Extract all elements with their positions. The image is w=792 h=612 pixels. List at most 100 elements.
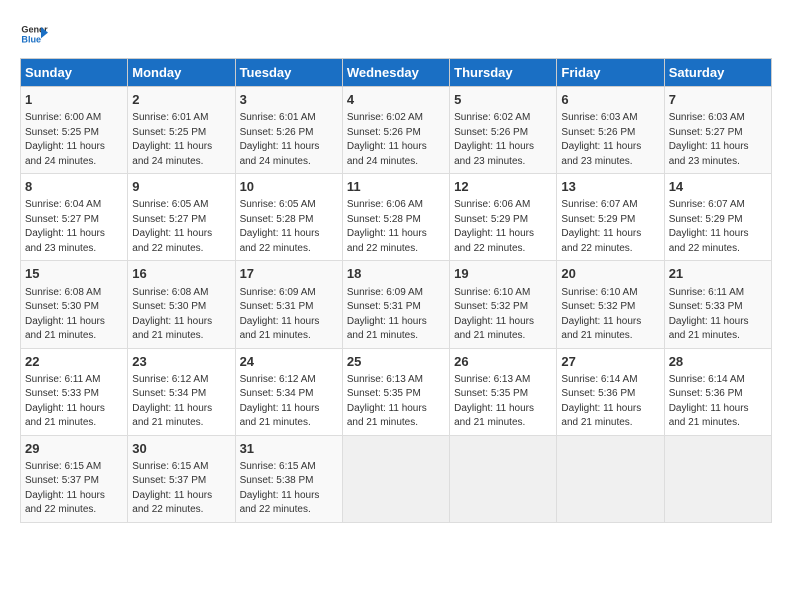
calendar-cell: 6Sunrise: 6:03 AM Sunset: 5:26 PM Daylig… bbox=[557, 87, 664, 174]
calendar-cell bbox=[557, 435, 664, 522]
day-number: 22 bbox=[25, 353, 123, 371]
day-number: 19 bbox=[454, 265, 552, 283]
logo-icon: General Blue bbox=[20, 20, 48, 48]
calendar-cell: 12Sunrise: 6:06 AM Sunset: 5:29 PM Dayli… bbox=[450, 174, 557, 261]
calendar-cell: 26 Sunrise: 6:13 AM Sunset: 5:35 PM Dayli… bbox=[450, 348, 557, 435]
day-number: 24 bbox=[240, 353, 338, 371]
day-content: Sunrise: 6:09 AM Sunset: 5:31 PM Dayligh… bbox=[347, 286, 445, 344]
day-content: Sunrise: 6:06 AM Sunset: 5:28 PM Dayligh… bbox=[347, 198, 445, 256]
day-number: 20 bbox=[561, 265, 659, 283]
day-number: 26 bbox=[454, 353, 552, 371]
calendar-cell: 1 Sunrise: 6:00 AM Sunset: 5:25 PM Daylig… bbox=[21, 87, 128, 174]
day-number: 21 bbox=[669, 265, 767, 283]
calendar-cell: 8Sunrise: 6:04 AM Sunset: 5:27 PM Daylig… bbox=[21, 174, 128, 261]
day-number: 17 bbox=[240, 265, 338, 283]
calendar-cell bbox=[342, 435, 449, 522]
calendar-header-tuesday: Tuesday bbox=[235, 59, 342, 87]
calendar-cell: 3 Sunrise: 6:01 AM Sunset: 5:26 PM Daylig… bbox=[235, 87, 342, 174]
calendar-cell: 11 Sunrise: 6:06 AM Sunset: 5:28 PM Dayli… bbox=[342, 174, 449, 261]
day-number: 9 bbox=[132, 178, 230, 196]
day-content: Sunrise: 6:03 AM Sunset: 5:27 PM Dayligh… bbox=[669, 111, 767, 169]
calendar-cell: 9 Sunrise: 6:05 AM Sunset: 5:27 PM Daylig… bbox=[128, 174, 235, 261]
day-content: Sunrise: 6:01 AM Sunset: 5:26 PM Dayligh… bbox=[240, 111, 338, 169]
calendar-cell: 7Sunrise: 6:03 AM Sunset: 5:27 PM Daylig… bbox=[664, 87, 771, 174]
calendar-cell: 16 Sunrise: 6:08 AM Sunset: 5:30 PM Dayli… bbox=[128, 261, 235, 348]
calendar-cell: 14 Sunrise: 6:07 AM Sunset: 5:29 PM Dayli… bbox=[664, 174, 771, 261]
calendar-header-friday: Friday bbox=[557, 59, 664, 87]
calendar-cell: 2 Sunrise: 6:01 AM Sunset: 5:25 PM Daylig… bbox=[128, 87, 235, 174]
day-content: Sunrise: 6:01 AM Sunset: 5:25 PM Dayligh… bbox=[132, 111, 230, 169]
day-number: 10 bbox=[240, 178, 338, 196]
day-number: 15 bbox=[25, 265, 123, 283]
day-content: Sunrise: 6:04 AM Sunset: 5:27 PM Dayligh… bbox=[25, 198, 123, 256]
day-content: Sunrise: 6:07 AM Sunset: 5:29 PM Dayligh… bbox=[561, 198, 659, 256]
calendar-week-row: 8Sunrise: 6:04 AM Sunset: 5:27 PM Daylig… bbox=[21, 174, 772, 261]
day-content: Sunrise: 6:08 AM Sunset: 5:30 PM Dayligh… bbox=[132, 286, 230, 344]
day-content: Sunrise: 6:05 AM Sunset: 5:27 PM Dayligh… bbox=[132, 198, 230, 256]
calendar-cell bbox=[664, 435, 771, 522]
calendar-week-row: 29 Sunrise: 6:15 AM Sunset: 5:37 PM Dayli… bbox=[21, 435, 772, 522]
day-content: Sunrise: 6:11 AM Sunset: 5:33 PM Dayligh… bbox=[669, 286, 767, 344]
calendar-body: 1 Sunrise: 6:00 AM Sunset: 5:25 PM Daylig… bbox=[21, 87, 772, 523]
day-content: Sunrise: 6:02 AM Sunset: 5:26 PM Dayligh… bbox=[454, 111, 552, 169]
day-number: 2 bbox=[132, 91, 230, 109]
day-content: Sunrise: 6:14 AM Sunset: 5:36 PM Dayligh… bbox=[669, 373, 767, 431]
day-number: 6 bbox=[561, 91, 659, 109]
day-content: Sunrise: 6:00 AM Sunset: 5:25 PM Dayligh… bbox=[25, 111, 123, 169]
calendar-header-saturday: Saturday bbox=[664, 59, 771, 87]
day-number: 30 bbox=[132, 440, 230, 458]
day-number: 11 bbox=[347, 178, 445, 196]
calendar-cell: 20 Sunrise: 6:10 AM Sunset: 5:32 PM Dayli… bbox=[557, 261, 664, 348]
calendar-week-row: 1 Sunrise: 6:00 AM Sunset: 5:25 PM Daylig… bbox=[21, 87, 772, 174]
day-content: Sunrise: 6:09 AM Sunset: 5:31 PM Dayligh… bbox=[240, 286, 338, 344]
day-number: 27 bbox=[561, 353, 659, 371]
calendar-cell: 23 Sunrise: 6:12 AM Sunset: 5:34 PM Dayli… bbox=[128, 348, 235, 435]
day-number: 14 bbox=[669, 178, 767, 196]
day-content: Sunrise: 6:02 AM Sunset: 5:26 PM Dayligh… bbox=[347, 111, 445, 169]
page-header: General Blue bbox=[20, 20, 772, 48]
calendar-cell: 30 Sunrise: 6:15 AM Sunset: 5:37 PM Dayli… bbox=[128, 435, 235, 522]
calendar-cell: 21 Sunrise: 6:11 AM Sunset: 5:33 PM Dayli… bbox=[664, 261, 771, 348]
day-content: Sunrise: 6:15 AM Sunset: 5:37 PM Dayligh… bbox=[25, 460, 123, 518]
calendar-cell: 22 Sunrise: 6:11 AM Sunset: 5:33 PM Dayli… bbox=[21, 348, 128, 435]
calendar-cell: 31Sunrise: 6:15 AM Sunset: 5:38 PM Dayli… bbox=[235, 435, 342, 522]
logo: General Blue bbox=[20, 20, 48, 48]
day-number: 4 bbox=[347, 91, 445, 109]
day-content: Sunrise: 6:15 AM Sunset: 5:37 PM Dayligh… bbox=[132, 460, 230, 518]
calendar-cell: 15 Sunrise: 6:08 AM Sunset: 5:30 PM Dayli… bbox=[21, 261, 128, 348]
day-number: 18 bbox=[347, 265, 445, 283]
day-content: Sunrise: 6:06 AM Sunset: 5:29 PM Dayligh… bbox=[454, 198, 552, 256]
day-number: 5 bbox=[454, 91, 552, 109]
day-number: 25 bbox=[347, 353, 445, 371]
day-number: 29 bbox=[25, 440, 123, 458]
day-content: Sunrise: 6:05 AM Sunset: 5:28 PM Dayligh… bbox=[240, 198, 338, 256]
calendar-cell: 13 Sunrise: 6:07 AM Sunset: 5:29 PM Dayli… bbox=[557, 174, 664, 261]
calendar-table: SundayMondayTuesdayWednesdayThursdayFrid… bbox=[20, 58, 772, 523]
calendar-cell bbox=[450, 435, 557, 522]
calendar-cell: 25Sunrise: 6:13 AM Sunset: 5:35 PM Dayli… bbox=[342, 348, 449, 435]
calendar-header-row: SundayMondayTuesdayWednesdayThursdayFrid… bbox=[21, 59, 772, 87]
calendar-header-thursday: Thursday bbox=[450, 59, 557, 87]
calendar-week-row: 15 Sunrise: 6:08 AM Sunset: 5:30 PM Dayli… bbox=[21, 261, 772, 348]
calendar-cell: 24 Sunrise: 6:12 AM Sunset: 5:34 PM Dayli… bbox=[235, 348, 342, 435]
day-content: Sunrise: 6:10 AM Sunset: 5:32 PM Dayligh… bbox=[561, 286, 659, 344]
day-number: 3 bbox=[240, 91, 338, 109]
day-content: Sunrise: 6:12 AM Sunset: 5:34 PM Dayligh… bbox=[132, 373, 230, 431]
day-number: 1 bbox=[25, 91, 123, 109]
calendar-cell: 28 Sunrise: 6:14 AM Sunset: 5:36 PM Dayli… bbox=[664, 348, 771, 435]
calendar-cell: 5 Sunrise: 6:02 AM Sunset: 5:26 PM Daylig… bbox=[450, 87, 557, 174]
day-content: Sunrise: 6:11 AM Sunset: 5:33 PM Dayligh… bbox=[25, 373, 123, 431]
svg-text:Blue: Blue bbox=[21, 34, 41, 44]
day-content: Sunrise: 6:12 AM Sunset: 5:34 PM Dayligh… bbox=[240, 373, 338, 431]
calendar-header-sunday: Sunday bbox=[21, 59, 128, 87]
day-content: Sunrise: 6:13 AM Sunset: 5:35 PM Dayligh… bbox=[454, 373, 552, 431]
calendar-cell: 17 Sunrise: 6:09 AM Sunset: 5:31 PM Dayli… bbox=[235, 261, 342, 348]
day-number: 16 bbox=[132, 265, 230, 283]
calendar-header-monday: Monday bbox=[128, 59, 235, 87]
day-number: 23 bbox=[132, 353, 230, 371]
day-number: 28 bbox=[669, 353, 767, 371]
day-content: Sunrise: 6:07 AM Sunset: 5:29 PM Dayligh… bbox=[669, 198, 767, 256]
day-number: 13 bbox=[561, 178, 659, 196]
day-number: 31 bbox=[240, 440, 338, 458]
day-content: Sunrise: 6:08 AM Sunset: 5:30 PM Dayligh… bbox=[25, 286, 123, 344]
